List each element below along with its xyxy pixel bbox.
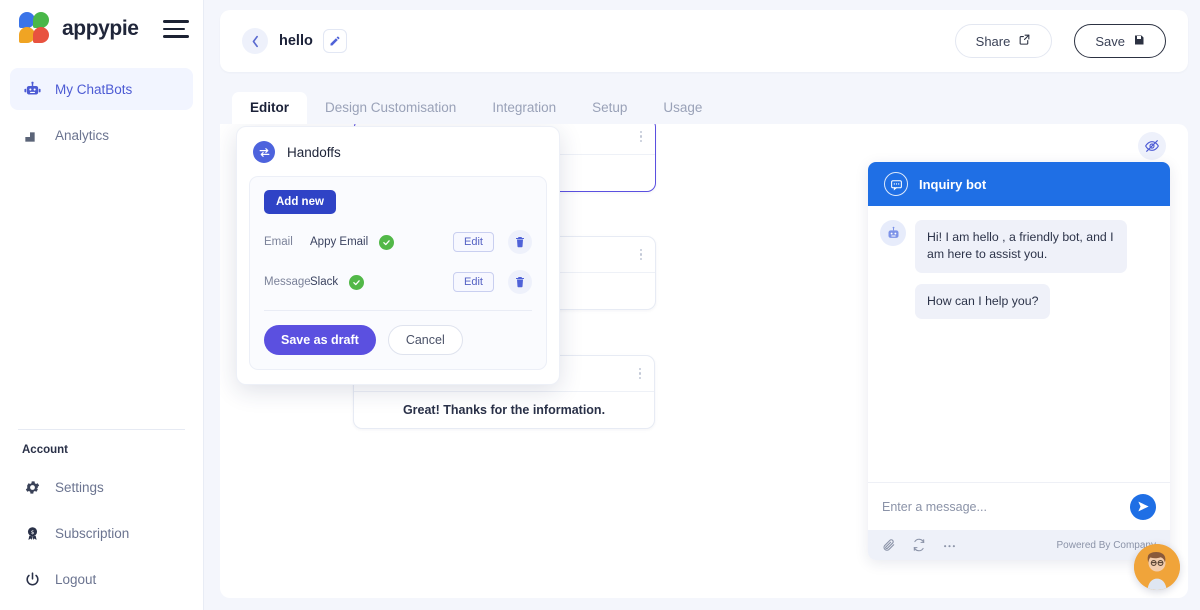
chat-header: Inquiry bot bbox=[868, 162, 1170, 206]
chat-message-text: Hi! I am hello , a friendly bot, and I a… bbox=[915, 220, 1127, 273]
tab-setup[interactable]: Setup bbox=[574, 92, 645, 124]
handoffs-footer: Save as draft Cancel bbox=[264, 325, 532, 355]
edit-button[interactable]: Edit bbox=[453, 232, 494, 252]
send-icon[interactable] bbox=[1130, 493, 1156, 520]
robot-avatar-icon bbox=[880, 220, 906, 246]
divider bbox=[264, 310, 532, 311]
appypie-logo-icon bbox=[18, 12, 52, 46]
save-label: Save bbox=[1095, 33, 1125, 49]
node-menu-button[interactable] bbox=[638, 365, 641, 381]
handoff-name: Appy Email bbox=[310, 236, 369, 248]
handoff-row: Message Slack Edit bbox=[264, 270, 532, 294]
svg-text:$: $ bbox=[30, 530, 34, 536]
hamburger-icon[interactable] bbox=[163, 20, 189, 38]
handoff-row: Email Appy Email Edit bbox=[264, 230, 532, 254]
brand-name: appypie bbox=[62, 17, 139, 40]
chat-message-input[interactable] bbox=[882, 499, 1130, 514]
tab-editor[interactable]: Editor bbox=[232, 92, 307, 124]
divider bbox=[18, 429, 185, 430]
account-heading: Account bbox=[22, 444, 68, 456]
sidebar-item-label: My ChatBots bbox=[55, 81, 133, 97]
handoffs-header: Handoffs bbox=[237, 127, 559, 176]
gear-icon bbox=[22, 477, 42, 497]
sidebar-item-analytics[interactable]: Analytics bbox=[10, 114, 193, 156]
chat-bubble-icon bbox=[884, 172, 908, 196]
account-section: Account Settings $ Subscription Logout bbox=[0, 429, 203, 610]
node-menu-button[interactable] bbox=[639, 128, 642, 144]
sidebar-item-label: Analytics bbox=[55, 127, 110, 143]
app-root: appypie My ChatBots Analytics Account Se… bbox=[0, 0, 1200, 610]
refresh-icon[interactable] bbox=[912, 538, 926, 552]
chat-message-text: How can I help you? bbox=[915, 283, 1051, 320]
back-button[interactable] bbox=[242, 28, 268, 54]
chat-footer: Powered By Company bbox=[868, 530, 1170, 560]
sidebar-item-logout[interactable]: Logout bbox=[10, 558, 193, 600]
floppy-disk-icon bbox=[1133, 34, 1145, 49]
badge-icon: $ bbox=[22, 523, 42, 543]
main-area: hello Share Save Editor Design Customisa… bbox=[204, 0, 1200, 610]
handoff-name: Slack bbox=[310, 276, 339, 288]
handoffs-body: Add new Email Appy Email Edit Message Sl… bbox=[249, 176, 547, 370]
save-button[interactable]: Save bbox=[1074, 24, 1166, 58]
sidebar-nav: My ChatBots Analytics bbox=[0, 58, 203, 160]
tab-bar: Editor Design Customisation Integration … bbox=[220, 84, 1188, 124]
share-label: Share bbox=[975, 33, 1011, 49]
status-check-icon bbox=[379, 234, 395, 250]
paperclip-icon[interactable] bbox=[882, 538, 896, 552]
node-menu-button[interactable] bbox=[639, 246, 642, 262]
handoffs-title: Handoffs bbox=[287, 144, 341, 160]
sidebar-item-my-chatbots[interactable]: My ChatBots bbox=[10, 68, 193, 110]
topbar: hello Share Save bbox=[220, 10, 1188, 72]
trash-icon[interactable] bbox=[508, 270, 532, 294]
add-new-button[interactable]: Add new bbox=[264, 190, 336, 214]
handoff-row-actions: Edit bbox=[453, 270, 532, 294]
robot-icon bbox=[22, 79, 42, 99]
flow-canvas[interactable]: ations. h Snappy. bbox=[220, 124, 1188, 598]
eye-off-icon[interactable] bbox=[1138, 132, 1166, 160]
pencil-icon[interactable] bbox=[322, 29, 347, 53]
save-as-draft-button[interactable]: Save as draft bbox=[264, 325, 376, 355]
sidebar-item-label: Subscription bbox=[55, 525, 130, 541]
exchange-arrows-icon bbox=[253, 141, 275, 163]
handoff-row-actions: Edit bbox=[453, 230, 532, 254]
cancel-button[interactable]: Cancel bbox=[387, 325, 463, 355]
edit-button[interactable]: Edit bbox=[453, 272, 494, 292]
status-check-icon bbox=[349, 274, 365, 290]
tab-integration[interactable]: Integration bbox=[474, 92, 574, 124]
chat-bot-name: Inquiry bot bbox=[919, 176, 987, 192]
power-icon bbox=[22, 569, 42, 589]
sidebar-item-subscription[interactable]: $ Subscription bbox=[10, 512, 193, 554]
ellipsis-icon[interactable] bbox=[942, 538, 957, 553]
share-button[interactable]: Share bbox=[954, 24, 1053, 58]
tab-design-customisation[interactable]: Design Customisation bbox=[307, 92, 474, 124]
bot-name: hello bbox=[279, 33, 313, 49]
chat-messages: Hi! I am hello , a friendly bot, and I a… bbox=[868, 206, 1170, 482]
chat-message: Hi! I am hello , a friendly bot, and I a… bbox=[880, 220, 1158, 273]
sidebar-item-label: Settings bbox=[55, 479, 104, 495]
tab-usage[interactable]: Usage bbox=[645, 92, 720, 124]
topbar-actions: Share Save bbox=[954, 24, 1166, 58]
sidebar-item-settings[interactable]: Settings bbox=[10, 466, 193, 508]
chat-message: How can I help you? bbox=[915, 283, 1158, 320]
bar-chart-icon bbox=[22, 125, 42, 145]
chat-input-row bbox=[868, 482, 1170, 530]
sidebar: appypie My ChatBots Analytics Account Se… bbox=[0, 0, 204, 610]
handoff-type: Email bbox=[264, 236, 293, 248]
handoff-type: Message bbox=[264, 276, 311, 288]
flow-node-text: Great! Thanks for the information. bbox=[402, 403, 606, 417]
external-link-icon bbox=[1018, 33, 1031, 49]
agent-avatar-icon[interactable] bbox=[1134, 544, 1180, 590]
handoffs-panel: Handoffs Add new Email Appy Email Edit M… bbox=[236, 126, 560, 385]
brand-row: appypie bbox=[0, 0, 203, 58]
chat-preview: Inquiry bot Hi! I am hello , a friendly … bbox=[868, 162, 1170, 560]
sidebar-item-label: Logout bbox=[55, 571, 97, 587]
trash-icon[interactable] bbox=[508, 230, 532, 254]
